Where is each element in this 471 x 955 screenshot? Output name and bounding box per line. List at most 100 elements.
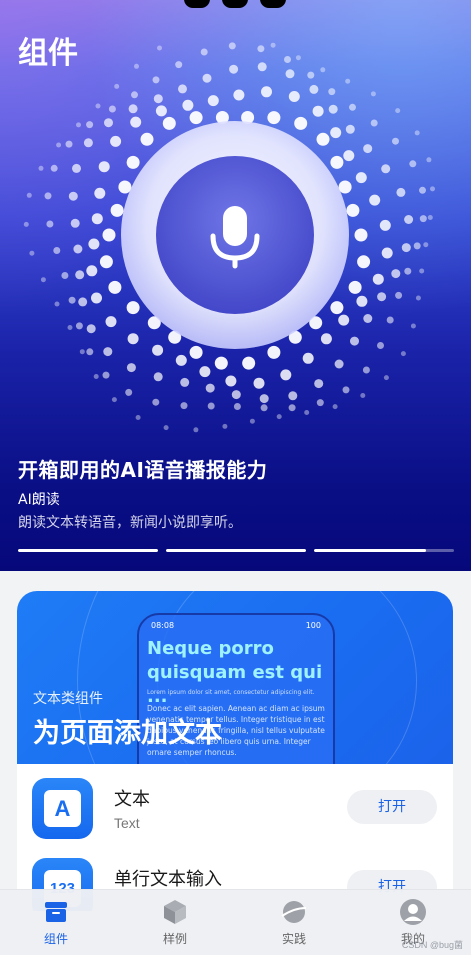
wave-dot	[233, 403, 241, 410]
wave-dot	[391, 269, 401, 279]
wave-dot	[288, 391, 298, 401]
wave-dot	[377, 342, 384, 349]
wave-dot	[304, 410, 310, 415]
tab-components[interactable]: 组件	[21, 898, 91, 947]
wave-dot	[152, 344, 164, 356]
wave-dot	[175, 354, 187, 366]
wave-dot	[334, 359, 344, 369]
wave-dot	[88, 238, 100, 250]
wave-dot	[415, 295, 421, 301]
list-item-text[interactable]: A 文本 Text 打开	[17, 763, 453, 843]
list-item-title: 文本	[114, 789, 150, 810]
wave-dot	[386, 316, 394, 324]
wave-dot	[257, 45, 265, 53]
profile-icon	[400, 899, 426, 925]
wave-dot	[79, 349, 85, 355]
wave-dot	[50, 164, 58, 172]
wave-dot	[153, 372, 163, 382]
wave-dot	[348, 280, 362, 294]
wave-dot	[103, 347, 113, 357]
wave-dot	[140, 132, 154, 146]
wave-dot	[175, 61, 183, 69]
carousel-indicator[interactable]	[18, 549, 158, 552]
banner-category: 文本类组件	[33, 691, 103, 707]
wave-dot	[152, 76, 160, 84]
tab-practice[interactable]: 实践	[259, 898, 329, 947]
wave-dot	[91, 213, 103, 225]
wave-dot	[360, 393, 366, 398]
wave-dot	[307, 71, 315, 79]
wave-dot	[75, 322, 83, 330]
wave-dot	[73, 244, 83, 254]
wave-dot	[86, 265, 98, 277]
wave-dot	[430, 186, 435, 192]
wave-dot	[207, 402, 215, 410]
wave-dot	[338, 180, 352, 194]
wave-dot	[354, 228, 368, 242]
wave-dot	[404, 215, 414, 224]
wave-dot	[357, 255, 371, 269]
wave-dot	[302, 352, 314, 364]
wave-dot	[423, 242, 429, 248]
wave-dot	[261, 86, 272, 98]
wave-dot	[178, 84, 187, 94]
wave-dot	[118, 180, 132, 194]
wave-dot	[199, 366, 211, 378]
wave-dot	[381, 247, 393, 259]
wave-dot	[207, 95, 219, 107]
wave-dot	[260, 404, 268, 412]
planet-icon	[281, 901, 307, 923]
wave-dot	[98, 161, 110, 173]
wave-dot	[182, 99, 194, 111]
hero-banner[interactable]: 组件 开箱即用的AI语音播报能力 AI朗读 朗读文本转语音，新闻小说即享听。	[0, 0, 471, 571]
wave-dot	[270, 42, 276, 48]
wave-dot	[86, 348, 94, 356]
wave-dot	[381, 164, 391, 174]
wave-dot	[349, 103, 356, 111]
wave-dot	[94, 187, 106, 199]
wave-dot	[180, 402, 188, 410]
wave-dot	[284, 56, 291, 63]
wave-dot	[342, 386, 350, 394]
wave-dot	[222, 423, 228, 429]
letter-a-icon: A	[44, 790, 81, 827]
open-button[interactable]: 打开	[347, 790, 437, 824]
wave-dot	[294, 116, 308, 130]
wave-dot	[65, 140, 73, 148]
wave-dot	[328, 104, 338, 114]
wave-dot	[131, 91, 138, 99]
wave-dot	[242, 356, 256, 370]
wave-dot	[259, 394, 269, 404]
wave-dot	[134, 63, 139, 69]
wave-dot	[332, 404, 338, 410]
wave-dot	[285, 69, 295, 79]
wave-dot	[135, 415, 141, 420]
wave-dot	[330, 301, 344, 315]
wave-dot	[180, 377, 190, 387]
wave-dot	[231, 390, 241, 400]
components-icon	[45, 902, 67, 922]
wave-dot	[267, 345, 281, 359]
wave-dot	[345, 124, 355, 134]
carousel-indicator[interactable]	[314, 549, 454, 552]
card-banner[interactable]: 08:08 100 Neque porro quisquam est qui .…	[17, 591, 453, 764]
wave-dot	[108, 280, 122, 294]
tab-label: 实践	[281, 932, 306, 946]
wave-dot	[155, 105, 167, 117]
wave-dot	[362, 366, 370, 374]
wave-dot	[126, 301, 140, 315]
banner-title: 为页面添加文本	[33, 718, 222, 749]
wave-dot	[104, 118, 113, 128]
tab-samples[interactable]: 样例	[140, 898, 210, 947]
wave-dot	[152, 398, 160, 406]
wave-dot	[419, 186, 426, 194]
wave-dot	[295, 55, 301, 61]
phone-small-text: Lorem ipsum dolor sit amet, consectetur …	[147, 689, 315, 696]
wave-dot	[363, 144, 373, 154]
wave-dot	[26, 192, 32, 198]
wave-dot	[126, 363, 136, 373]
wave-dot	[395, 291, 403, 299]
wave-dot	[108, 105, 116, 113]
wave-dot	[163, 425, 169, 431]
carousel-indicator[interactable]	[166, 549, 306, 552]
